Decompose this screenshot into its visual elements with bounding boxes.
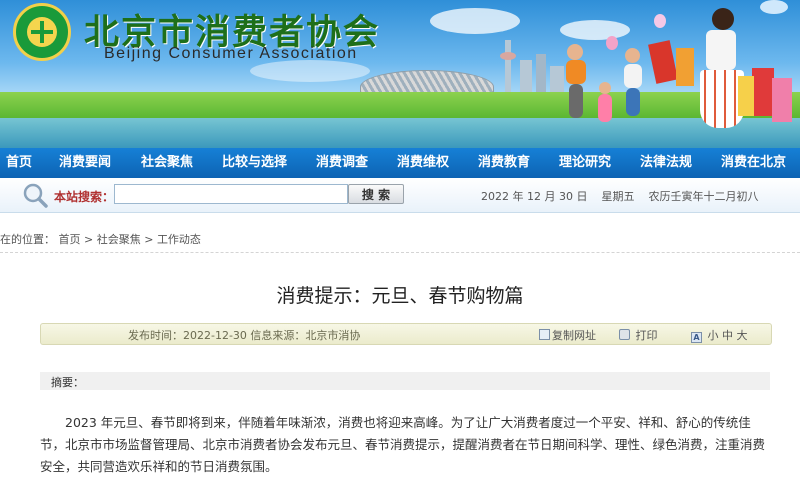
abstract-label: 摘要： <box>51 376 84 389</box>
copy-url-button[interactable]: 复制网址 <box>539 327 596 343</box>
breadcrumb-separator: > <box>84 233 94 246</box>
nav-item-consume-beijing[interactable]: 消费在北京 <box>721 148 786 178</box>
search-icon <box>23 183 48 208</box>
shopping-bag-icon <box>676 48 694 86</box>
font-large-button[interactable]: 大 <box>737 329 748 342</box>
shopper-figure <box>706 30 736 70</box>
balloon-icon <box>606 36 618 50</box>
family-figure <box>624 64 642 88</box>
shopping-bag-icon <box>648 40 678 84</box>
association-logo[interactable] <box>13 3 71 61</box>
breadcrumb: 在的位置： 首页 > 社会聚焦 > 工作动态 <box>0 231 201 247</box>
article-body: 2023 年元旦、春节即将到来，伴随着年味渐浓，消费也将迎来高峰。为了让广大消费… <box>40 415 766 474</box>
search-label: 本站搜索： <box>54 190 115 204</box>
gregorian-date: 2022 年 12 月 30 日 <box>481 190 588 203</box>
main-nav: 首页 消费要闻 社会聚焦 比较与选择 消费调查 消费维权 消费教育 理论研究 法… <box>0 148 800 178</box>
child-figure <box>598 94 612 122</box>
font-size-icon: A <box>691 332 702 343</box>
shopper-figure <box>712 8 734 30</box>
article-meta-bar: 发布时间：2022-12-30 信息来源：北京市消协 复制网址 打印 A 小 中… <box>40 323 772 345</box>
family-figure <box>566 60 586 84</box>
shopping-bag-icon <box>738 76 754 116</box>
balloon-icon <box>654 14 666 28</box>
nav-item-education[interactable]: 消费教育 <box>478 148 530 178</box>
article-meta: 发布时间：2022-12-30 信息来源：北京市消协 <box>128 329 361 342</box>
cloud <box>560 20 630 40</box>
divider <box>0 252 800 253</box>
nav-item-consumer-survey[interactable]: 消费调查 <box>316 148 368 178</box>
family-figure <box>569 84 583 118</box>
print-label: 打印 <box>635 329 658 342</box>
weekday: 星期五 <box>601 190 635 203</box>
tv-tower-top <box>500 52 516 60</box>
cloud <box>250 60 370 82</box>
shopping-bag-icon <box>752 68 774 116</box>
search-button[interactable]: 搜 索 <box>348 184 404 204</box>
child-figure <box>599 82 611 94</box>
balloon-icon <box>760 0 788 14</box>
breadcrumb-work-news[interactable]: 工作动态 <box>157 233 201 246</box>
font-size-controls: A 小 中 大 <box>691 327 748 343</box>
search-input[interactable] <box>114 184 348 204</box>
nav-item-home[interactable]: 首页 <box>6 148 32 178</box>
font-small-button[interactable]: 小 <box>708 329 719 342</box>
abstract-box: 摘要： <box>40 372 770 390</box>
breadcrumb-social-focus[interactable]: 社会聚焦 <box>97 233 141 246</box>
globe-icon <box>27 17 57 47</box>
print-button[interactable]: 打印 <box>619 327 658 343</box>
copy-icon <box>539 329 550 340</box>
family-figure <box>567 44 583 60</box>
shopping-bag-icon <box>772 78 792 122</box>
search-bar: 本站搜索： 搜 索 2022 年 12 月 30 日 星期五 农历壬寅年十二月初… <box>0 178 800 213</box>
nav-item-consumer-news[interactable]: 消费要闻 <box>59 148 111 178</box>
font-medium-button[interactable]: 中 <box>722 329 733 342</box>
printer-icon <box>619 329 630 340</box>
header-banner: 北京市消费者协会 Beijing Consumer Association <box>0 0 800 148</box>
nav-item-laws[interactable]: 法律法规 <box>640 148 692 178</box>
nav-item-rights[interactable]: 消费维权 <box>397 148 449 178</box>
breadcrumb-home[interactable]: 首页 <box>59 233 81 246</box>
cloud <box>430 8 520 34</box>
family-figure <box>626 88 640 116</box>
lunar-date: 农历壬寅年十二月初八 <box>648 190 759 203</box>
breadcrumb-separator: > <box>144 233 154 246</box>
breadcrumb-prefix: 在的位置： <box>0 233 55 246</box>
copy-url-label: 复制网址 <box>552 329 596 342</box>
nav-item-theory[interactable]: 理论研究 <box>559 148 611 178</box>
article-title: 消费提示：元旦、春节购物篇 <box>276 285 524 307</box>
date-display: 2022 年 12 月 30 日 星期五 农历壬寅年十二月初八 <box>481 188 758 204</box>
family-figure <box>625 48 640 63</box>
nav-item-social-focus[interactable]: 社会聚焦 <box>141 148 193 178</box>
lake <box>0 118 800 148</box>
site-subtitle: Beijing Consumer Association <box>104 45 358 62</box>
nav-item-compare-choose[interactable]: 比较与选择 <box>222 148 287 178</box>
